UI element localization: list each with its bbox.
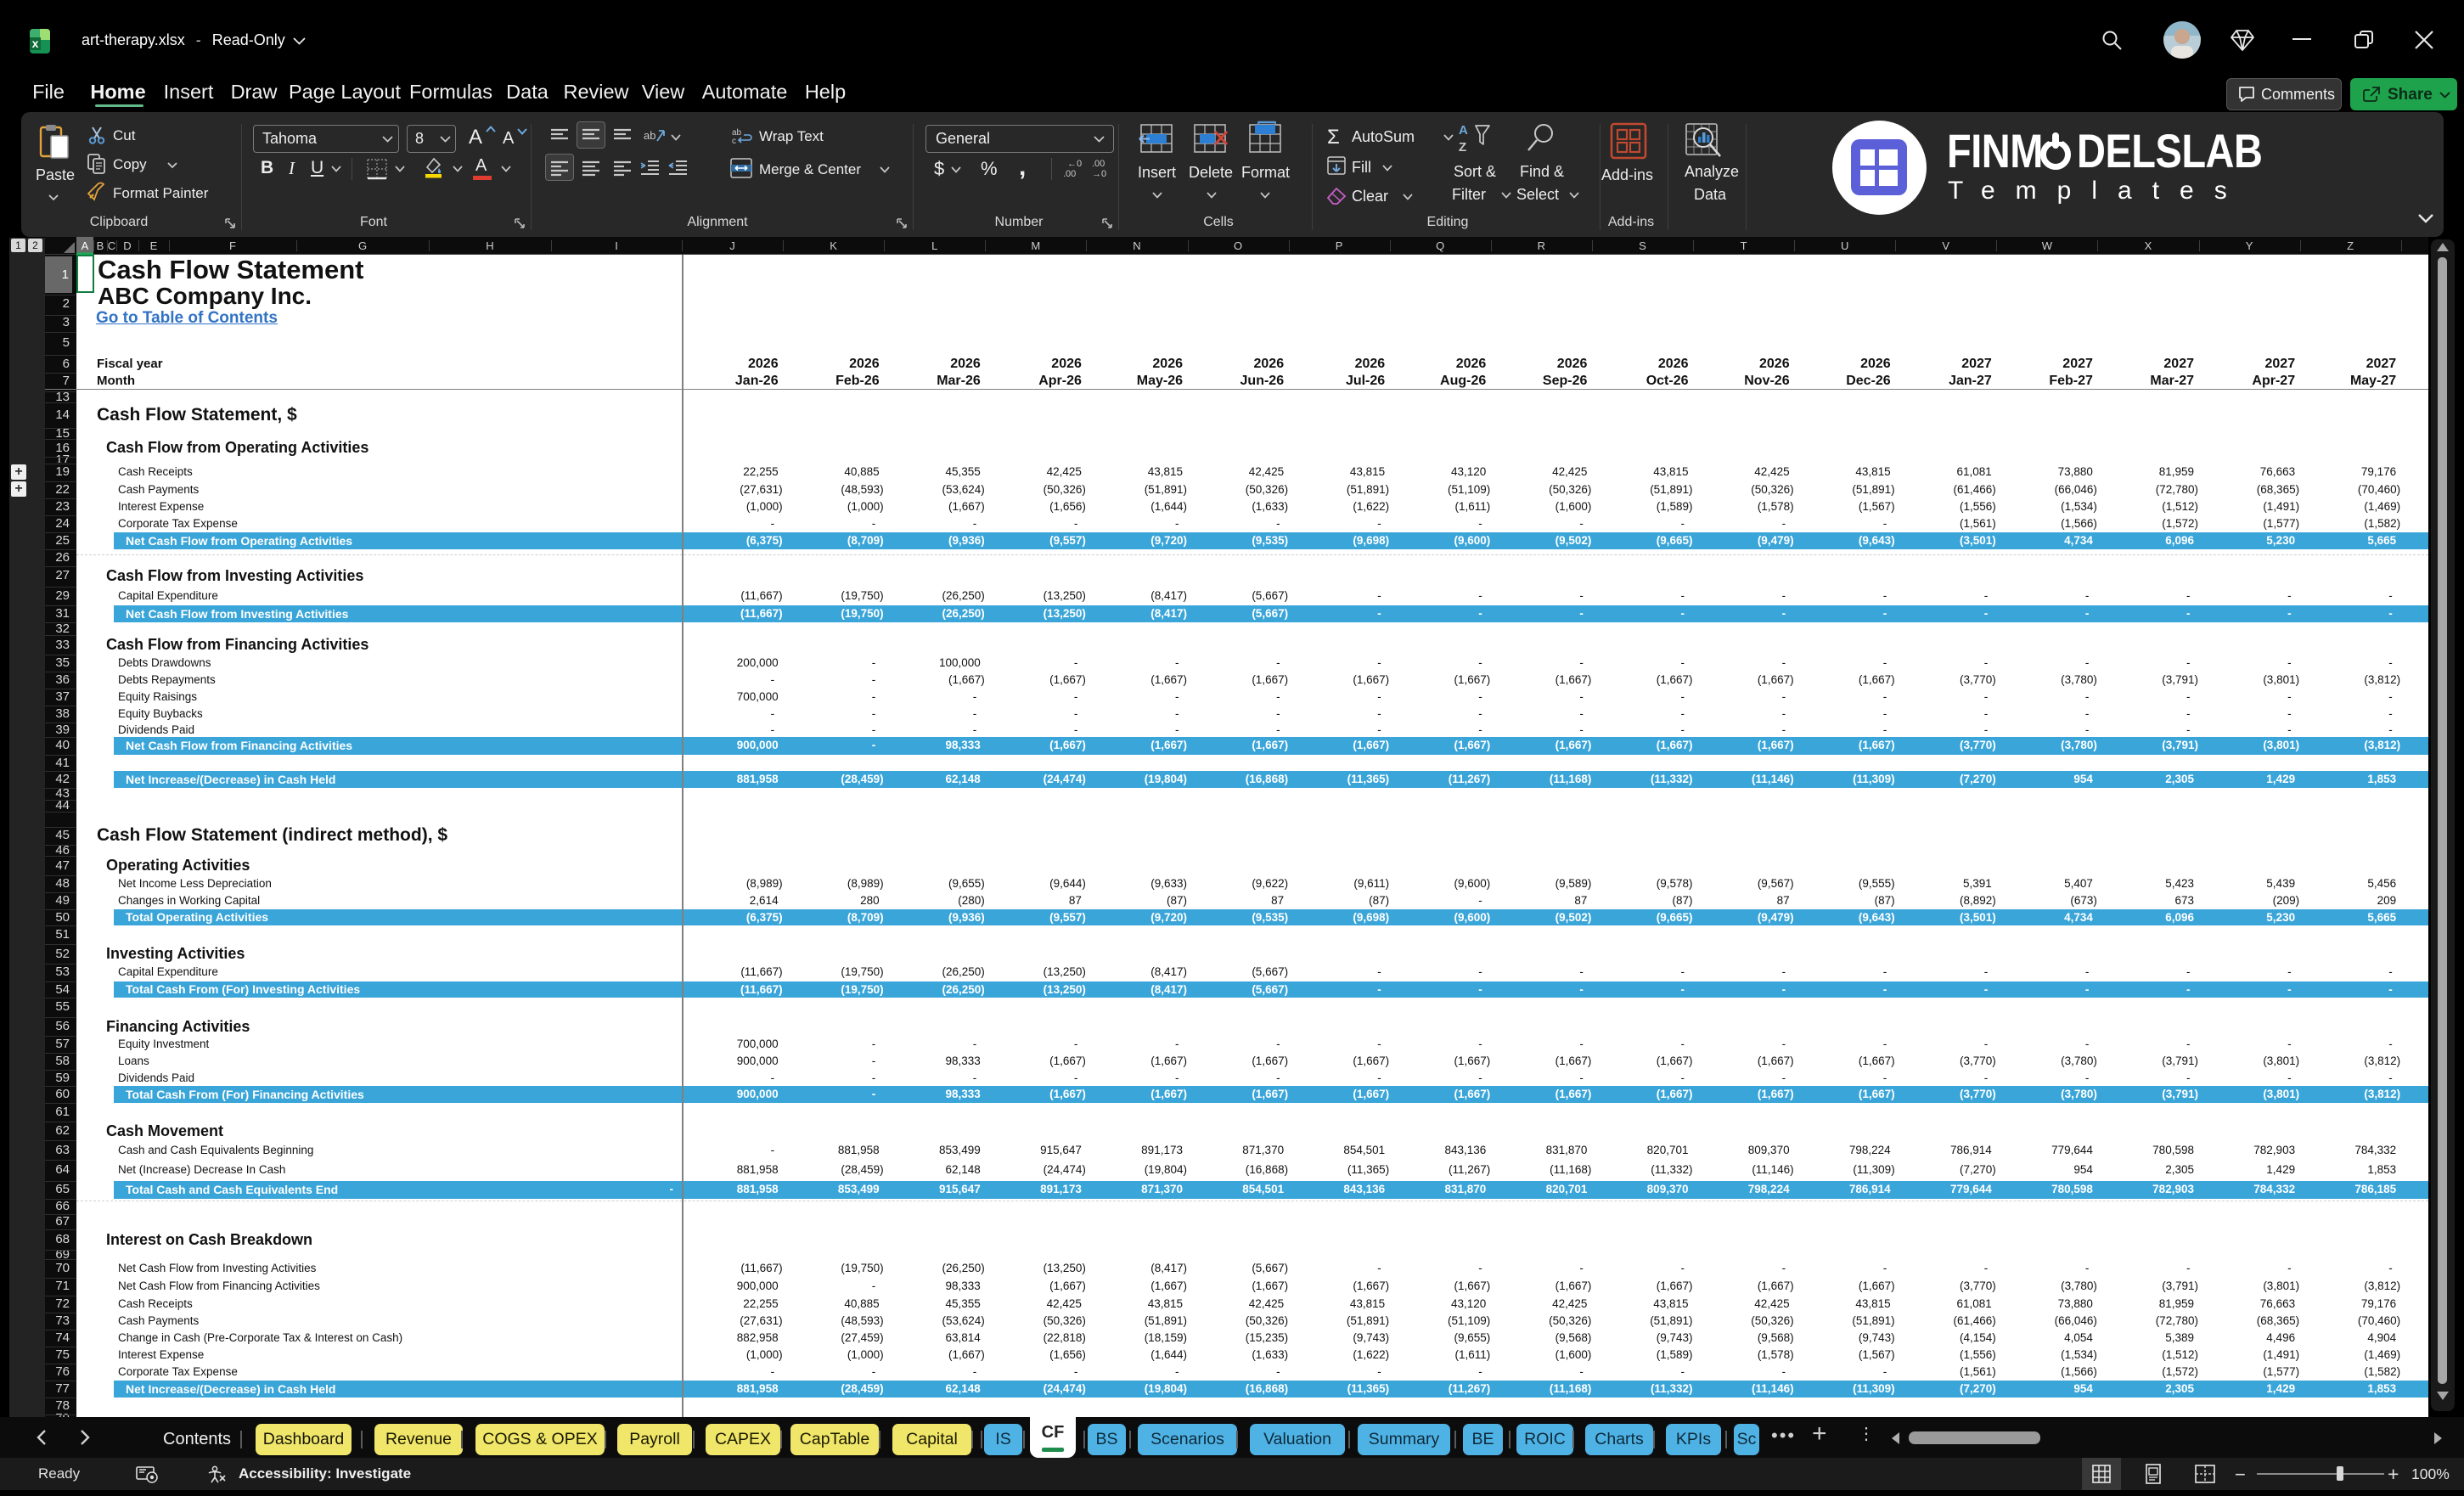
svg-text:c: c xyxy=(732,137,736,146)
svg-text:.00: .00 xyxy=(1063,169,1076,179)
svg-text:.00: .00 xyxy=(1092,159,1105,169)
svg-text:←0: ←0 xyxy=(1067,159,1082,169)
svg-text:Z: Z xyxy=(1459,140,1466,155)
svg-text:A: A xyxy=(1459,123,1468,138)
svg-text:x: x xyxy=(32,37,39,50)
svg-text:→0: →0 xyxy=(1092,169,1106,179)
svg-text:ab: ab xyxy=(644,129,655,142)
